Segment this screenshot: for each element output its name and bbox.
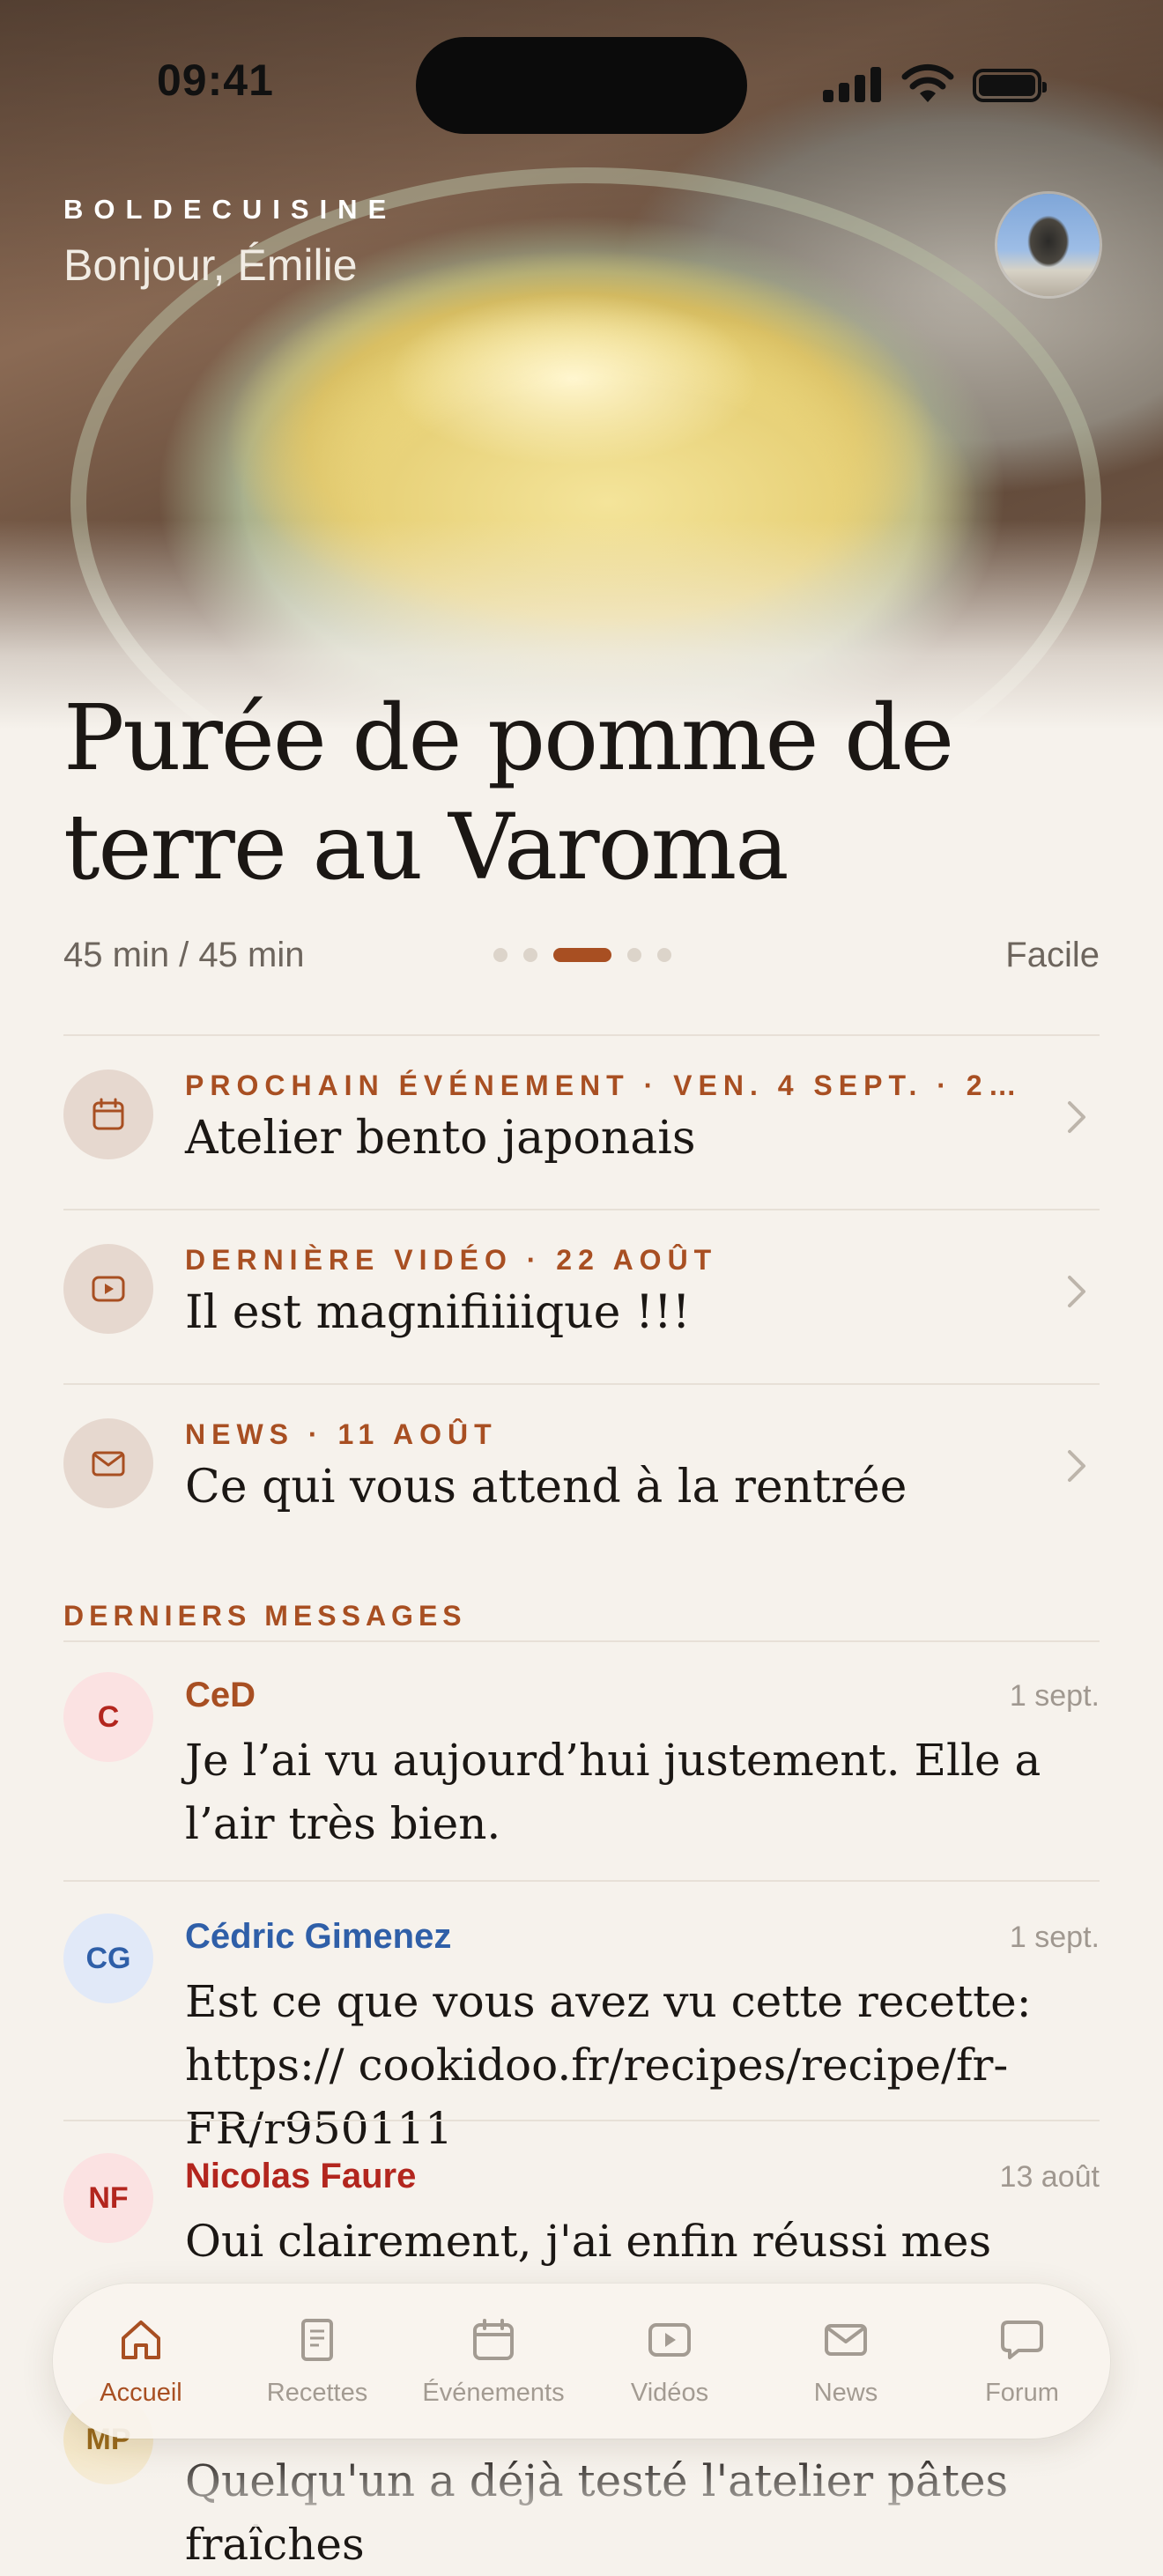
message-avatar: CG (63, 1913, 153, 2003)
tab-videos[interactable]: Vidéos (582, 2284, 758, 2439)
message-avatar: NF (63, 2153, 153, 2243)
greeting: Bonjour, Émilie (63, 241, 358, 290)
message-author: Nicolas Faure (185, 2157, 417, 2195)
message-item[interactable]: CG Cédric Gimenez 1 sept. Est ce que vou… (63, 1913, 1100, 2154)
message-item[interactable]: C CeD 1 sept. Je l’ai vu aujourd’hui jus… (63, 1672, 1100, 1849)
event-headline: Atelier bento japonais (185, 1112, 696, 1165)
envelope-icon (825, 2324, 867, 2356)
carousel-dot-active[interactable] (553, 948, 611, 962)
carousel-dot[interactable] (657, 948, 671, 962)
bottom-fade (0, 2449, 1163, 2527)
carousel-dot[interactable] (523, 948, 537, 962)
message-body: Je l’ai vu aujourd’hui justement. Elle a… (185, 1735, 1041, 1849)
dynamic-island (416, 37, 747, 134)
event-kicker: PROCHAIN ÉVÉNEMENT · VEN. 4 SEPT. · 2… (185, 1070, 1023, 1101)
feature-row-video[interactable]: DERNIÈRE VIDÉO · 22 AOÛT Il est magnifii… (63, 1210, 1100, 1383)
message-date: 1 sept. (1009, 1921, 1100, 1954)
profile-avatar[interactable] (997, 194, 1100, 296)
tab-label: Vidéos (630, 2379, 709, 2407)
brand-name: BOLDECUISINE (63, 194, 397, 225)
tab-recettes[interactable]: Recettes (229, 2284, 405, 2439)
home-icon (122, 2321, 160, 2359)
message-date: 13 août (999, 2160, 1100, 2194)
tab-label: Accueil (100, 2379, 182, 2407)
status-time: 09:41 (157, 56, 274, 105)
news-kicker: NEWS · 11 AOÛT (185, 1418, 498, 1450)
feature-row-event[interactable]: PROCHAIN ÉVÉNEMENT · VEN. 4 SEPT. · 2… A… (63, 1036, 1100, 1209)
recipe-time: 45 min / 45 min (63, 936, 305, 974)
envelope-icon (63, 1418, 153, 1508)
message-body: Est ce que vous avez vu cette recette: h… (185, 1976, 1032, 2154)
chevron-right-icon (1068, 1450, 1085, 1482)
message-date: 1 sept. (1009, 1679, 1100, 1713)
carousel-dot[interactable] (493, 948, 507, 962)
chevron-right-icon (1068, 1101, 1085, 1133)
tab-label: Recettes (266, 2379, 368, 2407)
message-body: Oui clairement, j'ai enfin réussi mes (185, 2216, 992, 2267)
tab-label: Forum (985, 2379, 1059, 2407)
divider (63, 1640, 1100, 1642)
divider (63, 1880, 1100, 1882)
battery-icon (973, 69, 1047, 102)
recipe-book-icon (301, 2319, 333, 2361)
section-label-messages: DERNIERS MESSAGES (63, 1600, 467, 1632)
play-video-icon (648, 2323, 691, 2357)
recipe-difficulty: Facile (1005, 936, 1100, 974)
tab-accueil[interactable]: Accueil (53, 2284, 229, 2439)
message-author: CeD (185, 1676, 256, 1714)
carousel-dot[interactable] (627, 948, 641, 962)
chevron-right-icon (1068, 1276, 1085, 1307)
divider (63, 2120, 1100, 2121)
news-headline: Ce qui vous attend à la rentrée (185, 1461, 907, 1514)
message-avatar: C (63, 1672, 153, 1762)
feature-row-news[interactable]: NEWS · 11 AOÛT Ce qui vous attend à la r… (63, 1385, 1100, 1558)
cellular-signal-icon (823, 63, 885, 102)
message-author: Cédric Gimenez (185, 1917, 452, 1956)
recipe-title[interactable]: Purée de pomme de terre au Varoma (63, 684, 1085, 902)
tab-bar: Accueil Recettes Événements Vidéos News … (53, 2284, 1110, 2439)
calendar-icon (63, 1070, 153, 1159)
video-kicker: DERNIÈRE VIDÉO · 22 AOÛT (185, 1244, 718, 1276)
tab-forum[interactable]: Forum (934, 2284, 1110, 2439)
wifi-icon (901, 63, 954, 102)
play-video-icon (63, 1244, 153, 1334)
chat-bubble-icon (1001, 2321, 1043, 2359)
tab-label: News (813, 2379, 878, 2407)
tab-label: Événements (422, 2379, 565, 2407)
tab-news[interactable]: News (758, 2284, 934, 2439)
video-headline: Il est magnifiiiique !!! (185, 1286, 691, 1339)
tab-evenements[interactable]: Événements (405, 2284, 582, 2439)
calendar-icon (473, 2319, 514, 2360)
